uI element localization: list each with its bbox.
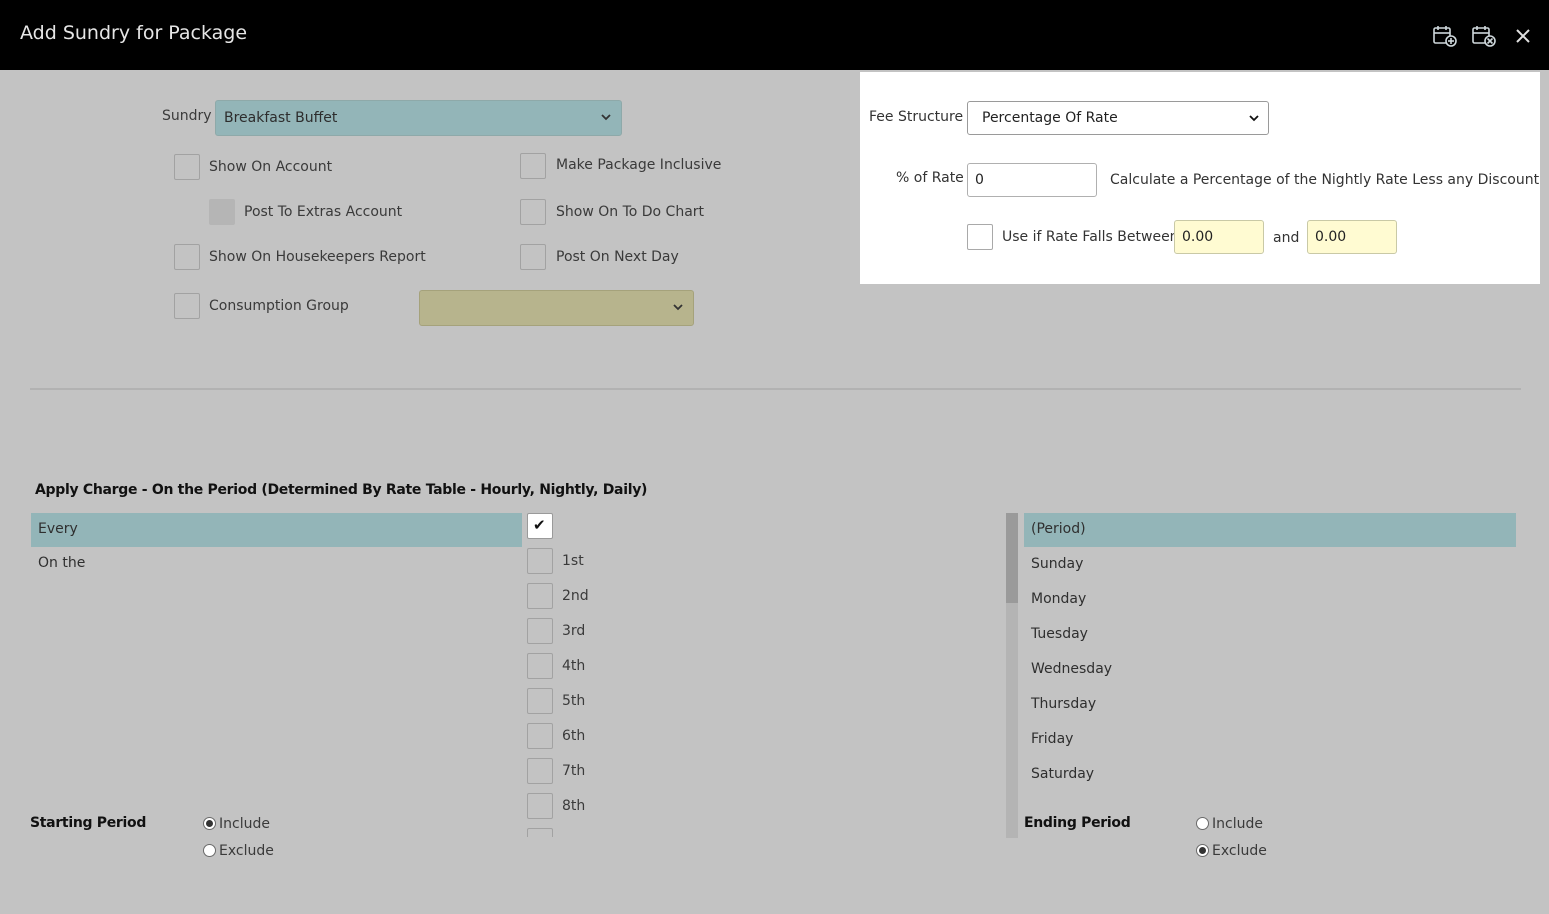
apply-charge-title: Apply Charge - On the Period (Determined…: [35, 482, 648, 498]
ordinal-checkbox-6th[interactable]: [527, 723, 553, 749]
starting-include-label: Include: [219, 816, 270, 832]
make-package-inclusive-label: Make Package Inclusive: [556, 157, 722, 173]
day-label: (Period): [1031, 521, 1086, 537]
show-on-account-label: Show On Account: [209, 159, 333, 175]
sundry-select[interactable]: Breakfast Buffet: [215, 100, 622, 136]
show-on-to-do-chart-checkbox[interactable]: [520, 199, 546, 225]
starting-exclude-radio[interactable]: [203, 844, 216, 857]
ending-exclude-radio[interactable]: [1196, 844, 1209, 857]
ordinal-label: 6th: [562, 728, 586, 744]
percent-of-rate-label: % of Rate: [896, 170, 964, 186]
ordinal-label: 4th: [562, 658, 586, 674]
day-label: Monday: [1031, 591, 1087, 607]
fee-structure-value: Percentage Of Rate: [982, 110, 1118, 126]
ordinal-checkbox-3rd[interactable]: [527, 618, 553, 644]
section-divider: [30, 388, 1521, 390]
make-package-inclusive-checkbox[interactable]: [520, 153, 546, 179]
ordinal-checkbox-7th[interactable]: [527, 758, 553, 784]
ordinal-checkbox-2nd[interactable]: [527, 583, 553, 609]
rate-between-from-input[interactable]: [1174, 220, 1264, 254]
calendar-add-icon[interactable]: [1432, 24, 1458, 48]
day-item-saturday[interactable]: Saturday: [1024, 758, 1516, 792]
show-on-account-checkbox[interactable]: [174, 154, 200, 180]
ordinal-label: 7th: [562, 763, 586, 779]
ordinal-checkbox-9th[interactable]: [527, 828, 553, 837]
ordinal-label: 1st: [562, 553, 584, 569]
day-item-monday[interactable]: Monday: [1024, 583, 1516, 617]
close-icon[interactable]: [1510, 24, 1530, 48]
ordinal-label: 8th: [562, 798, 586, 814]
ordinal-checkbox-4th[interactable]: [527, 653, 553, 679]
day-item-sunday[interactable]: Sunday: [1024, 548, 1516, 582]
show-on-housekeepers-report-checkbox[interactable]: [174, 244, 200, 270]
mode-label: Every: [38, 521, 78, 537]
percent-of-rate-description: Calculate a Percentage of the Nightly Ra…: [1110, 172, 1540, 188]
fee-structure-select[interactable]: Percentage Of Rate: [967, 101, 1269, 135]
day-label: Thursday: [1031, 696, 1097, 712]
sundry-select-value: Breakfast Buffet: [224, 110, 338, 126]
ordinal-label: 3rd: [562, 623, 586, 639]
ordinal-label: 2nd: [562, 588, 589, 604]
starting-exclude-label: Exclude: [219, 843, 274, 859]
use-if-rate-between-checkbox[interactable]: [967, 224, 993, 250]
chevron-down-icon: [673, 304, 683, 311]
show-on-to-do-chart-label: Show On To Do Chart: [556, 204, 705, 220]
sundry-label: Sundry: [162, 108, 212, 124]
day-item-thursday[interactable]: Thursday: [1024, 688, 1516, 722]
use-if-rate-between-label: Use if Rate Falls Between: [1002, 229, 1179, 245]
ordinal-list: 1st 2nd 3rd 4th 5th 6th 7th 8th: [527, 547, 627, 837]
ending-exclude-label: Exclude: [1212, 843, 1267, 859]
starting-include-radio[interactable]: [203, 817, 216, 830]
post-to-extras-account-label: Post To Extras Account: [244, 204, 403, 220]
rate-between-to-input[interactable]: [1307, 220, 1397, 254]
fee-structure-label: Fee Structure: [869, 109, 964, 125]
ordinal-checkbox-5th[interactable]: [527, 688, 553, 714]
day-item-friday[interactable]: Friday: [1024, 723, 1516, 757]
ordinal-label: 5th: [562, 693, 586, 709]
post-to-extras-account-checkbox[interactable]: [209, 199, 235, 225]
days-scrollbar[interactable]: [1006, 513, 1018, 838]
consumption-group-select[interactable]: [419, 290, 694, 326]
post-on-next-day-checkbox[interactable]: [520, 244, 546, 270]
day-label: Tuesday: [1031, 626, 1088, 642]
window-title: Add Sundry for Package: [20, 22, 248, 44]
percent-of-rate-input[interactable]: [967, 163, 1097, 197]
and-label: and: [1273, 230, 1300, 246]
consumption-group-label: Consumption Group: [209, 298, 349, 314]
day-label: Saturday: [1031, 766, 1095, 782]
calendar-remove-icon[interactable]: [1471, 24, 1497, 48]
scrollbar-thumb[interactable]: [1006, 513, 1018, 603]
show-on-housekeepers-report-label: Show On Housekeepers Report: [209, 249, 426, 265]
day-item-wednesday[interactable]: Wednesday: [1024, 653, 1516, 687]
mode-item-every[interactable]: Every: [31, 513, 522, 547]
day-label: Friday: [1031, 731, 1074, 747]
every-checkbox[interactable]: [527, 513, 553, 539]
day-item-period[interactable]: (Period): [1024, 513, 1516, 547]
title-bar: Add Sundry for Package: [0, 0, 1549, 70]
ordinal-checkbox-8th[interactable]: [527, 793, 553, 819]
ending-include-label: Include: [1212, 816, 1263, 832]
starting-period-label: Starting Period: [30, 815, 147, 831]
ending-include-radio[interactable]: [1196, 817, 1209, 830]
post-on-next-day-label: Post On Next Day: [556, 249, 679, 265]
mode-label: On the: [38, 555, 86, 571]
fee-structure-panel: Fee Structure Percentage Of Rate % of Ra…: [860, 72, 1540, 284]
mode-item-on-the[interactable]: On the: [31, 547, 522, 581]
day-item-tuesday[interactable]: Tuesday: [1024, 618, 1516, 652]
day-label: Sunday: [1031, 556, 1084, 572]
ending-period-label: Ending Period: [1024, 815, 1131, 831]
chevron-down-icon: [601, 114, 611, 121]
ordinal-checkbox-1st[interactable]: [527, 548, 553, 574]
day-label: Wednesday: [1031, 661, 1113, 677]
consumption-group-checkbox[interactable]: [174, 293, 200, 319]
chevron-down-icon: [1249, 115, 1259, 122]
